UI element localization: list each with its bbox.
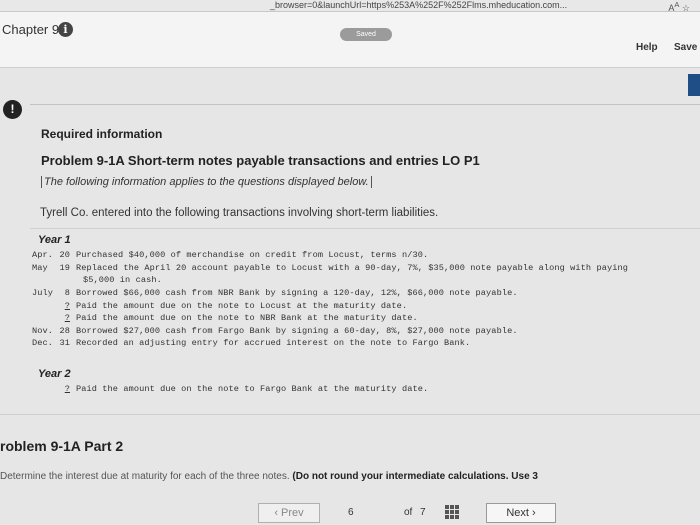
year-1-label: Year 1 — [38, 234, 71, 246]
tx-text: Paid the amount due on the note to NBR B… — [76, 313, 418, 323]
tx-text: Recorded an adjusting entry for accrued … — [76, 338, 471, 348]
problem-intro: Tyrell Co. entered into the following tr… — [40, 207, 439, 219]
problem-title: Problem 9-1A Short-term notes payable tr… — [41, 153, 480, 168]
save-exit-link[interactable]: Save & — [674, 42, 700, 53]
transaction-row: Dec. 31 Recorded an adjusting entry for ac… — [32, 338, 470, 348]
tx-day: ? — [64, 313, 70, 323]
year-2-label: Year 2 — [38, 368, 71, 380]
question-content: ! Required information Problem 9-1A Shor… — [0, 68, 700, 525]
prev-button[interactable]: ‹ Prev — [258, 503, 320, 523]
help-link[interactable]: Help — [636, 42, 658, 53]
tx-day: 20 — [59, 250, 70, 260]
instruction-bold-text: (Do not round your intermediate calculat… — [292, 471, 538, 482]
transaction-row: May 19 Replaced the April 20 account payab… — [32, 263, 628, 273]
tx-text: Purchased $40,000 of merchandise on cred… — [76, 250, 429, 260]
tx-month: July — [32, 288, 54, 298]
app-header: Chapter 9 i Saved Help Save & — [0, 12, 700, 68]
tx-text: Paid the amount due on the note to Fargo… — [76, 384, 429, 394]
instruction-text: Determine the interest due at maturity f… — [0, 471, 290, 482]
tx-month: Dec. — [32, 338, 54, 348]
tx-month: Apr. — [32, 250, 54, 260]
tx-text: Replaced the April 20 account payable to… — [76, 263, 628, 273]
tx-day: 8 — [64, 288, 70, 298]
transaction-row: ? Paid the amount due on the note to NBR … — [32, 313, 418, 323]
tx-day: 31 — [59, 338, 70, 348]
tx-month: Nov. — [32, 326, 54, 336]
tx-month: May — [32, 263, 48, 273]
divider — [0, 414, 700, 415]
divider — [30, 104, 700, 105]
tx-day: 28 — [59, 326, 70, 336]
tx-text: Borrowed $66,000 cash from NBR Bank by s… — [76, 288, 518, 298]
chapter-title: Chapter 9 — [2, 22, 60, 37]
transaction-row: July 8 Borrowed $66,000 cash from NBR Bank… — [32, 288, 518, 298]
page-of-label: of — [404, 507, 413, 518]
divider — [30, 228, 700, 229]
required-information-heading: Required information — [41, 127, 163, 141]
tx-day: ? — [64, 384, 70, 394]
bottom-navigation: ‹ Prev 6 of 7 Next › — [0, 500, 700, 525]
part-instruction: Determine the interest due at maturity f… — [0, 471, 700, 482]
prev-label: Prev — [281, 507, 304, 519]
info-icon[interactable]: i — [58, 22, 73, 37]
transaction-row: ? Paid the amount due on the note to Locu… — [32, 301, 407, 311]
address-url[interactable]: _browser=0&launchUrl=https%253A%252F%252… — [270, 0, 567, 10]
next-button[interactable]: Next › — [486, 503, 556, 523]
transaction-row-continued: $5,000 in cash. — [83, 275, 162, 285]
tx-text: $5,000 in cash. — [83, 275, 162, 285]
problem-note: The following information applies to the… — [41, 176, 372, 188]
total-pages: 7 — [420, 507, 426, 518]
tx-day: ? — [64, 301, 70, 311]
side-panel-tab[interactable] — [688, 74, 700, 96]
saved-status-badge: Saved — [340, 28, 392, 41]
next-label: Next — [506, 507, 529, 519]
transaction-row: ? Paid the amount due on the note to Farg… — [32, 384, 428, 394]
current-page[interactable]: 6 — [348, 507, 354, 518]
transaction-row: Nov. 28 Borrowed $27,000 cash from Fargo B… — [32, 326, 518, 336]
alert-icon: ! — [3, 100, 22, 119]
grid-view-icon[interactable] — [445, 505, 459, 519]
tx-text: Borrowed $27,000 cash from Fargo Bank by… — [76, 326, 518, 336]
tx-text: Paid the amount due on the note to Locus… — [76, 301, 408, 311]
browser-address-bar[interactable]: _browser=0&launchUrl=https%253A%252F%252… — [0, 0, 700, 13]
part-title: roblem 9-1A Part 2 — [0, 438, 124, 454]
tx-day: 19 — [59, 263, 70, 273]
transaction-row: Apr. 20 Purchased $40,000 of merchandise o… — [32, 250, 428, 260]
